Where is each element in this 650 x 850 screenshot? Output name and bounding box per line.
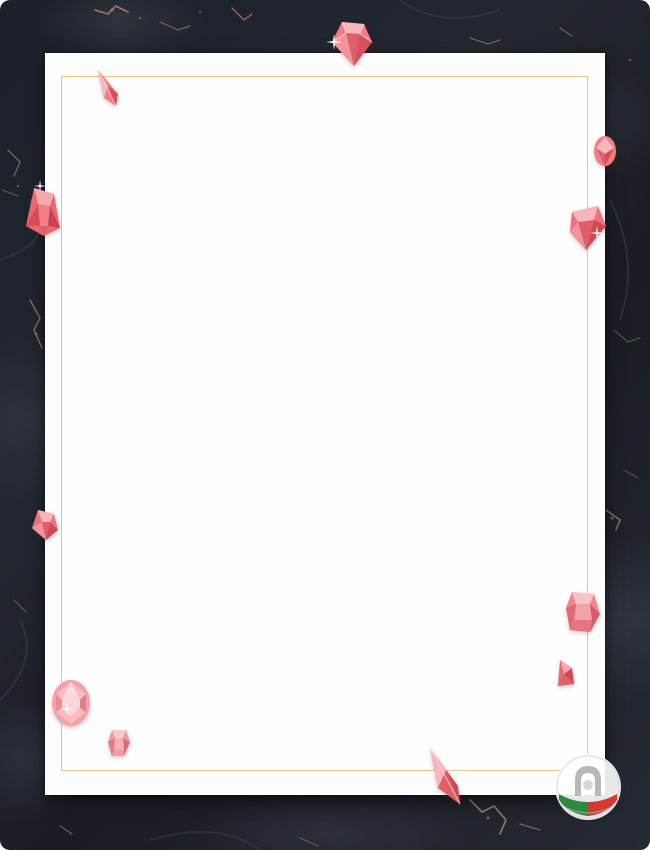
paper-card xyxy=(45,53,605,795)
gold-inner-frame xyxy=(61,76,588,771)
gem-bottom-left-small xyxy=(106,728,132,758)
gem-left-upper xyxy=(24,186,62,238)
gem-top-left-marquise xyxy=(94,68,122,108)
gem-right-lower xyxy=(564,590,602,634)
sparkle-icon xyxy=(590,226,604,240)
horseshoe-badge-icon xyxy=(553,752,623,822)
gem-frame-page xyxy=(0,0,650,850)
sparkle-icon xyxy=(326,34,342,50)
gem-left-middle xyxy=(30,508,60,542)
gem-right-upper-small xyxy=(592,134,618,168)
gem-right-lower-small xyxy=(554,658,576,688)
sparkle-icon xyxy=(60,702,74,716)
gem-bottom-marquise xyxy=(424,746,464,806)
sparkle-icon xyxy=(34,180,46,192)
